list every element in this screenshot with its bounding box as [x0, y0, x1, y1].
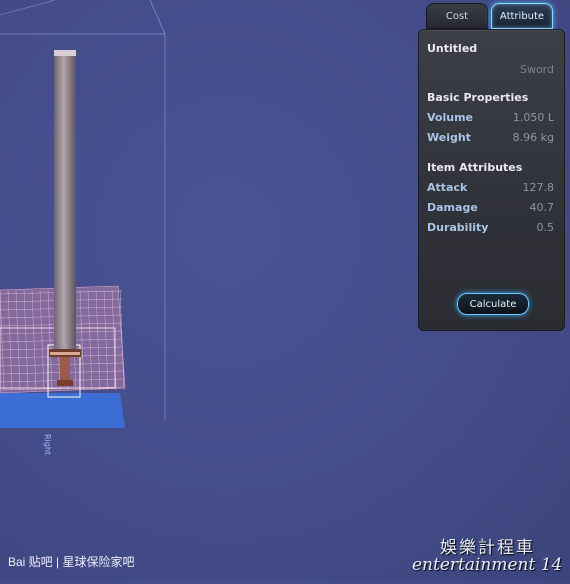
bounding-box-edge — [0, 0, 56, 16]
durability-label: Durability — [427, 221, 489, 234]
calculate-button[interactable]: Calculate — [457, 293, 529, 315]
baidu-watermark: Bai 贴吧 | 星球保险家吧 — [8, 555, 135, 569]
floor-plane — [0, 393, 125, 428]
item-attributes-heading: Item Attributes — [427, 161, 523, 174]
axis-label: Right — [43, 434, 52, 456]
sword-grip — [60, 357, 70, 381]
panel-body: Untitled Sword Basic Properties Volume 1… — [418, 29, 565, 331]
sword-blade — [54, 52, 76, 350]
sword-tip — [54, 50, 76, 56]
volume-label: Volume — [427, 111, 473, 124]
bounding-box-edge — [149, 0, 166, 35]
weight-value: 8.96 kg — [512, 131, 554, 144]
damage-label: Damage — [427, 201, 478, 214]
entertainment-watermark-en: entertainment 14 — [412, 555, 563, 575]
weight-label: Weight — [427, 131, 471, 144]
attack-label: Attack — [427, 181, 468, 194]
sword-guard-highlight — [50, 352, 80, 355]
volume-value: 1.050 L — [512, 111, 554, 124]
item-name: Untitled — [427, 42, 478, 55]
tab-attribute[interactable]: Attribute — [491, 3, 553, 29]
sword-pommel — [57, 380, 73, 386]
attack-value: 127.8 — [522, 181, 555, 194]
basic-properties-heading: Basic Properties — [427, 91, 529, 104]
durability-value: 0.5 — [536, 221, 555, 234]
item-type: Sword — [519, 63, 554, 76]
tab-cost[interactable]: Cost — [426, 3, 488, 29]
damage-value: 40.7 — [529, 201, 555, 214]
properties-panel: Cost Attribute Untitled Sword Basic Prop… — [416, 0, 565, 331]
